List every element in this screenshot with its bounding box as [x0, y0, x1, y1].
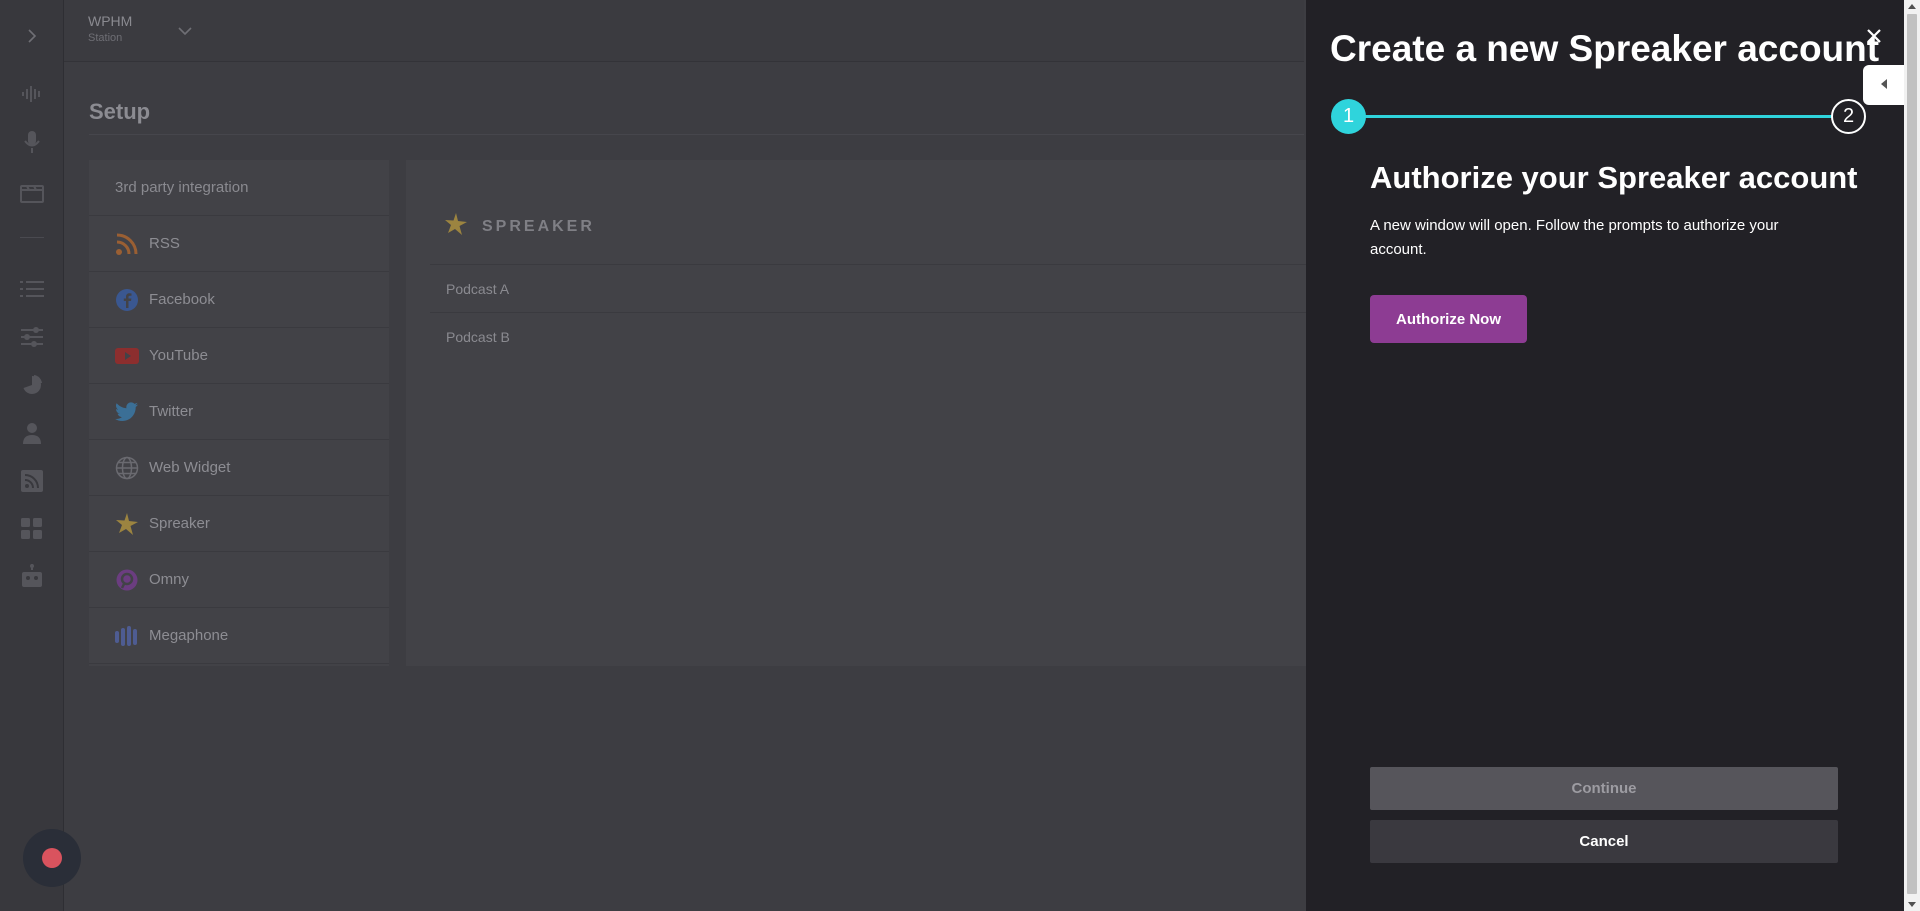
megaphone-icon	[115, 624, 139, 648]
authorize-description: A new window will open. Follow the promp…	[1370, 217, 1779, 258]
drawer-title: Create a new Spreaker account	[1330, 28, 1880, 69]
spreaker-icon	[115, 512, 139, 536]
expand-nav-icon[interactable]	[22, 26, 42, 46]
rss-feed-icon[interactable]	[19, 468, 45, 494]
integration-item-rss[interactable]: RSS	[89, 216, 389, 272]
robot-icon[interactable]	[19, 563, 45, 589]
integration-list: 3rd party integration RSS Facebook YouTu…	[89, 160, 389, 666]
scroll-down-arrow-icon[interactable]	[1908, 902, 1916, 907]
omny-icon	[115, 568, 139, 592]
integration-label: Web Widget	[149, 459, 231, 476]
step-1-indicator: 1	[1331, 99, 1366, 134]
list-icon[interactable]	[19, 276, 45, 302]
sliders-icon[interactable]	[19, 324, 45, 350]
podcast-divider	[430, 312, 1306, 313]
integration-label: YouTube	[149, 347, 208, 364]
microphone-icon[interactable]	[19, 129, 45, 155]
close-icon[interactable]	[1862, 24, 1886, 48]
podcast-item[interactable]: Podcast A	[446, 281, 509, 297]
youtube-icon	[115, 344, 139, 368]
brand-divider	[430, 264, 1306, 265]
integration-detail-panel: SPREAKER Podcast A Podcast B	[406, 160, 1306, 666]
scrollbar-thumb[interactable]	[1907, 14, 1917, 894]
integration-label: Facebook	[149, 291, 215, 308]
integration-list-header: 3rd party integration	[89, 160, 389, 216]
station-role: Station	[88, 32, 123, 44]
twitter-icon	[115, 400, 139, 424]
waveform-icon[interactable]	[19, 81, 45, 107]
collapse-drawer-tab[interactable]	[1863, 65, 1904, 105]
integration-label: Megaphone	[149, 627, 229, 644]
rss-icon	[115, 232, 139, 256]
chevron-down-icon[interactable]	[178, 23, 192, 41]
integration-item-web-widget[interactable]: Web Widget	[89, 440, 389, 496]
integration-item-youtube[interactable]: YouTube	[89, 328, 389, 384]
record-dot-icon	[42, 848, 62, 868]
station-selector[interactable]: WPHM Station	[88, 13, 192, 44]
nav-divider	[20, 237, 44, 238]
cancel-button[interactable]: Cancel	[1370, 820, 1838, 863]
globe-icon	[115, 456, 139, 480]
analytics-pie-icon[interactable]	[19, 372, 45, 398]
integration-label: Spreaker	[149, 515, 210, 532]
integration-item-megaphone[interactable]: Megaphone	[89, 608, 389, 664]
user-icon[interactable]	[19, 420, 45, 446]
media-library-icon[interactable]	[19, 180, 45, 206]
create-account-drawer: Create a new Spreaker account 1 2 Author…	[1306, 0, 1904, 911]
step-2-indicator: 2	[1831, 99, 1866, 134]
page-scrollbar[interactable]	[1904, 0, 1920, 911]
podcast-item[interactable]: Podcast B	[446, 329, 510, 345]
continue-button[interactable]: Continue	[1370, 767, 1838, 810]
integration-label: Twitter	[149, 403, 194, 420]
title-divider	[89, 134, 1304, 135]
apps-grid-icon[interactable]	[19, 516, 45, 542]
top-bar: WPHM Station	[64, 0, 1304, 62]
authorize-now-button[interactable]: Authorize Now	[1370, 295, 1527, 343]
integration-item-twitter[interactable]: Twitter	[89, 384, 389, 440]
page-title: Setup	[89, 99, 151, 124]
authorize-heading: Authorize your Spreaker account	[1370, 160, 1858, 195]
stepper-progress-line	[1348, 115, 1858, 118]
integration-label: RSS	[149, 235, 180, 252]
integration-item-facebook[interactable]: Facebook	[89, 272, 389, 328]
facebook-icon	[115, 288, 139, 312]
integration-item-spreaker[interactable]: Spreaker	[89, 496, 389, 552]
integration-label: Omny	[149, 571, 190, 588]
caret-left-icon	[1880, 76, 1888, 94]
left-nav-rail	[0, 0, 64, 911]
spreaker-logo-icon	[444, 212, 468, 241]
scroll-up-arrow-icon[interactable]	[1908, 4, 1916, 9]
record-button[interactable]	[23, 829, 81, 887]
brand-name: SPREAKER	[482, 217, 595, 235]
spreaker-brand: SPREAKER	[444, 212, 595, 241]
station-name: WPHM	[88, 13, 133, 29]
integration-item-omny[interactable]: Omny	[89, 552, 389, 608]
